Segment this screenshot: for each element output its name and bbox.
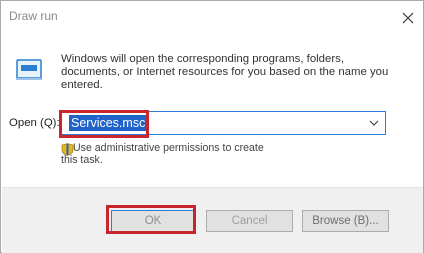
close-icon[interactable] xyxy=(397,7,419,29)
run-icon xyxy=(14,57,44,83)
open-combobox[interactable]: Services.msc xyxy=(61,111,386,135)
button-bar: OK Cancel Browse (B)... xyxy=(2,187,423,253)
dialog-description: Windows will open the corresponding prog… xyxy=(61,53,389,91)
run-dialog: Draw run Windows will open the correspon… xyxy=(0,0,424,253)
browse-button[interactable]: Browse (B)... xyxy=(302,210,389,232)
chevron-down-icon[interactable] xyxy=(367,116,381,130)
dialog-title: Draw run xyxy=(9,9,58,23)
cancel-button[interactable]: Cancel xyxy=(206,210,293,232)
ok-button[interactable]: OK xyxy=(111,210,195,232)
open-input-text[interactable]: Services.msc xyxy=(69,115,148,131)
open-label: Open (Q): xyxy=(9,117,60,129)
admin-note: Use administrative permissions to create… xyxy=(61,142,264,166)
